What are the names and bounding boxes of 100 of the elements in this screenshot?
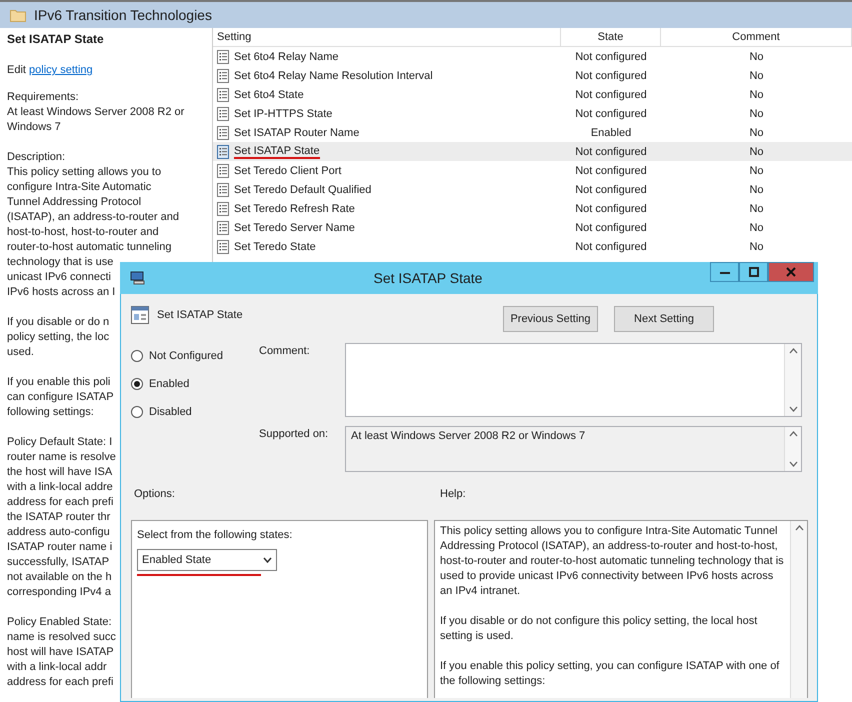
description-line: policy setting, the loc xyxy=(7,330,110,345)
radio-button[interactable] xyxy=(131,350,143,362)
policy-icon xyxy=(217,144,229,158)
setting-title: Set ISATAP State xyxy=(7,32,105,46)
description-line: If you enable this poli xyxy=(7,375,110,390)
description-line: configure Intra-Site Automatic xyxy=(7,180,152,195)
policy-setting-link[interactable]: policy setting xyxy=(29,64,93,76)
description-line: following settings: xyxy=(7,405,94,420)
description-line: host-to-host, host-to-router and xyxy=(7,225,159,240)
setting-name: Set 6to4 Relay Name Resolution Interval xyxy=(234,70,433,82)
description-line: This policy setting allows you to xyxy=(7,165,162,180)
setting-row[interactable]: Set ISATAP Router Name Enabled No xyxy=(213,123,852,142)
state-cell-text: Not configured xyxy=(574,184,648,196)
caret-icon xyxy=(263,556,272,563)
policy-icon xyxy=(217,182,229,196)
setting-name: Set 6to4 Relay Name xyxy=(234,50,339,62)
column-header[interactable]: Setting xyxy=(213,28,561,46)
policy-icon xyxy=(217,88,229,102)
radio-button[interactable] xyxy=(131,406,143,418)
comment-cell-text: No xyxy=(748,88,765,100)
setting-row[interactable]: Set IP-HTTPS State Not configured No xyxy=(213,104,852,123)
radio-label: Not Configured xyxy=(149,350,223,362)
setting-name: Set ISATAP Router Name xyxy=(234,126,360,138)
policy-icon xyxy=(217,126,229,140)
maximize-button[interactable] xyxy=(739,262,768,282)
previous-setting-button[interactable]: Previous Setting xyxy=(503,306,598,332)
close-button[interactable] xyxy=(768,262,814,282)
window-title: IPv6 Transition Technologies xyxy=(34,7,212,23)
description-line: not available on the h xyxy=(7,570,112,585)
scrollbar[interactable] xyxy=(790,520,807,698)
scroll-down-icon[interactable] xyxy=(788,406,798,412)
comment-cell-text: No xyxy=(748,108,765,120)
policy-icon xyxy=(217,220,229,234)
description-line: If you disable or do n xyxy=(7,315,110,330)
setting-row[interactable]: Set 6to4 State Not configured No xyxy=(213,85,852,104)
comment-field[interactable] xyxy=(345,343,802,418)
column-header[interactable]: Comment xyxy=(661,28,852,46)
comment-cell-text: No xyxy=(748,222,765,234)
setting-name: Set Teredo Client Port xyxy=(234,164,342,176)
description-line: corresponding IPv4 a xyxy=(7,585,111,600)
setting-row[interactable]: Set ISATAP State Not configured No xyxy=(213,142,852,161)
setting-row[interactable]: Set Teredo Default Qualified Not configured No xyxy=(213,180,852,199)
policy-icon xyxy=(217,164,229,178)
description-line: IPv6 hosts across an I xyxy=(7,285,116,300)
description-line: Windows 7 xyxy=(7,120,61,135)
description-line: with a link-local addre xyxy=(7,480,113,495)
setting-row[interactable]: Set Teredo State Not configured No xyxy=(213,237,852,256)
scroll-down-icon[interactable] xyxy=(788,460,798,467)
edit-label: Edit xyxy=(7,64,26,76)
description-line: the host will have ISA xyxy=(7,465,112,480)
setting-row[interactable]: Set Teredo Server Name Not configured No xyxy=(213,218,852,237)
comment-cell-text: No xyxy=(748,164,765,176)
description-line: the ISATAP router thr xyxy=(7,510,110,525)
description-line: ISATAP router name i xyxy=(7,540,112,555)
help-label: Help: xyxy=(440,488,466,502)
setting-row[interactable]: Set Teredo Refresh Rate Not configured No xyxy=(213,199,852,218)
radio-button[interactable] xyxy=(131,378,143,390)
state-cell-text: Not configured xyxy=(574,50,648,62)
policy-icon xyxy=(217,50,229,64)
scroll-up-icon[interactable] xyxy=(788,348,798,354)
column-header[interactable]: State xyxy=(561,28,661,46)
description-line: Policy Enabled State: xyxy=(7,615,112,630)
comment-cell-text: No xyxy=(748,146,765,158)
state-cell-text: Enabled xyxy=(590,126,632,138)
description-line: Requirements: xyxy=(7,90,79,105)
minimize-button[interactable] xyxy=(710,262,739,282)
comment-cell-text: No xyxy=(748,202,765,214)
description-line: used. xyxy=(7,345,34,360)
description-line: Policy Default State: I xyxy=(7,435,112,450)
description-line: address for each prefi xyxy=(7,675,114,690)
description-line: with a link-local addr xyxy=(7,660,107,675)
comment-label: Comment: xyxy=(259,344,311,360)
state-cell-text: Not configured xyxy=(574,222,648,234)
scroll-up-icon[interactable] xyxy=(788,430,798,437)
help-paragraph: If you disable or do not configure this policy setting, the local host setting is used. xyxy=(440,614,758,644)
maximize-icon xyxy=(748,267,758,277)
setting-row[interactable]: Set 6to4 Relay Name Not configured No xyxy=(213,47,852,66)
policy-icon xyxy=(217,240,229,254)
next-setting-button[interactable]: Next Setting xyxy=(614,306,714,332)
dialog-heading: Set ISATAP State xyxy=(157,309,243,321)
description-line: address for each prefi xyxy=(7,495,114,510)
setting-row[interactable]: Set Teredo Client Port Not configured No xyxy=(213,161,852,180)
policy-icon xyxy=(217,106,229,120)
policy-icon xyxy=(217,68,229,82)
setting-name: Set Teredo Server Name xyxy=(234,222,355,234)
radio-label: Disabled xyxy=(149,406,192,418)
comment-cell-text: No xyxy=(748,184,765,196)
setting-name: Set ISATAP State xyxy=(234,144,320,158)
state-dropdown[interactable]: Enabled State xyxy=(137,548,277,571)
options-label: Options: xyxy=(134,488,176,502)
description-line: unicast IPv6 connecti xyxy=(7,270,111,285)
comment-cell-text: No xyxy=(748,70,765,82)
supported-label: Supported on: xyxy=(259,426,330,442)
description-line: At least Windows Server 2008 R2 or xyxy=(7,105,184,120)
setting-row[interactable]: Set 6to4 Relay Name Resolution Interval Not configured No xyxy=(213,66,852,85)
comment-cell-text: No xyxy=(748,240,765,252)
state-cell-text: Not configured xyxy=(574,240,648,252)
scroll-up-icon[interactable] xyxy=(794,524,804,531)
description-line: technology that is use xyxy=(7,255,114,270)
state-cell-text: Not configured xyxy=(574,108,648,120)
